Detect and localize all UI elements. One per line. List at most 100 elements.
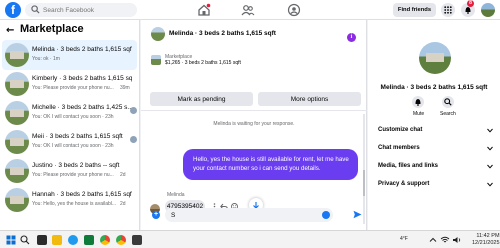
privacy-support-row[interactable]: Privacy & support: [378, 181, 493, 191]
chat-name: Melinda · 3 beds 2 baths 1,615 sqft: [32, 46, 132, 53]
mute-button[interactable]: [412, 96, 424, 108]
page-title: Marketplace: [20, 23, 84, 35]
listing-photo[interactable]: [419, 42, 451, 74]
search-icon[interactable]: [20, 235, 30, 245]
edge-browser-icon[interactable]: [68, 235, 78, 245]
notification-badge: 8: [467, 0, 474, 7]
chat-last-message: You: OK I will contact you soon · 23h: [32, 114, 114, 120]
listing-thumbnail: [151, 55, 161, 65]
row-label: Privacy & support: [378, 181, 430, 187]
outgoing-message[interactable]: Hello, yes the house is still available …: [183, 149, 358, 180]
chat-list-item[interactable]: Hannah · 3 beds 2 baths 1,615 sqft You: …: [2, 185, 137, 215]
emoji-icon[interactable]: [322, 211, 330, 219]
menu-button[interactable]: [441, 3, 455, 17]
chat-list-item[interactable]: Meii · 3 beds 2 baths 1,615 sqft You: OK…: [2, 127, 137, 157]
chevron-down-icon: [487, 128, 493, 133]
chat-time: 2d: [120, 172, 126, 178]
listing-thumbnail: [5, 72, 29, 96]
chat-last-message: You: Please provide your phone nu...: [32, 85, 114, 91]
chat-list-item[interactable]: Melinda · 3 beds 2 baths 1,615 sqft You:…: [2, 40, 137, 70]
listing-card[interactable]: Marketplace $1,265 · 3 beds 2 baths 1,61…: [149, 54, 361, 84]
search-conversation-button[interactable]: [442, 96, 454, 108]
marketplace-header: ← Marketplace: [0, 23, 140, 39]
info-icon[interactable]: i: [347, 33, 356, 42]
customize-chat-row[interactable]: Customize chat: [378, 127, 493, 137]
bell-icon: [415, 99, 421, 106]
bell-icon: [465, 7, 471, 14]
chat-last-message: You: ok · 1m: [32, 56, 60, 62]
wifi-icon[interactable]: [440, 235, 450, 245]
listing-thumbnail: [5, 101, 29, 125]
chat-last-message: You: OK I will contact you soon · 23h: [32, 143, 114, 149]
chat-list-item[interactable]: Michelle · 3 beds 2 baths 1,425 s... You…: [2, 98, 137, 128]
windows-taskbar: 4°F 11:42 PM 12/21/2025: [0, 230, 500, 248]
chat-name: Meii · 3 beds 2 baths 1,615 sqft: [32, 133, 123, 140]
conversation-title[interactable]: Melinda · 3 beds 2 baths 1,615 sqft: [169, 30, 276, 37]
row-label: Media, files and links: [378, 163, 439, 169]
speaker-icon[interactable]: [452, 235, 462, 245]
mute-label: Mute: [413, 111, 425, 117]
conversation-details-panel: Melinda · 3 beds 2 baths 1,615 sqft Mute…: [368, 20, 500, 230]
scrollbar-track[interactable]: [363, 114, 365, 224]
marketplace-chat-list: ← Marketplace Melinda · 3 beds 2 baths 1…: [0, 20, 140, 230]
sender-name: Melinda: [167, 192, 185, 198]
search-icon: [444, 98, 452, 106]
add-attachment-icon[interactable]: +: [152, 211, 160, 219]
app-icon[interactable]: [132, 235, 142, 245]
chrome-icon[interactable]: [116, 235, 126, 245]
conversation-panel: Melinda · 3 beds 2 baths 1,615 sqft i Ma…: [141, 20, 367, 230]
search-label: Search: [440, 111, 456, 117]
find-friends-button[interactable]: Find friends: [393, 3, 436, 17]
clock-date: 12/21/2025: [472, 240, 500, 246]
chevron-down-icon: [487, 164, 493, 169]
chat-last-message: You: Hello, yes the house is availabl...: [32, 201, 117, 207]
conversation-header: Melinda · 3 beds 2 baths 1,615 sqft i: [141, 20, 367, 48]
chat-list-item[interactable]: Kimberly · 3 beds 2 baths 1,615 sqft You…: [2, 69, 137, 99]
back-arrow-icon[interactable]: ←: [6, 25, 14, 36]
listing-price: $1,265 · 3 beds 2 baths 1,615 sqft: [165, 60, 241, 66]
listing-thumbnail: [5, 130, 29, 154]
chrome-icon[interactable]: [100, 235, 110, 245]
chevron-down-icon: [487, 182, 493, 187]
listing-thumbnail: [5, 43, 29, 67]
chat-time: 2d: [120, 201, 126, 207]
chevron-up-icon[interactable]: [428, 235, 438, 245]
weather-widget[interactable]: 4°F: [400, 236, 408, 242]
seen-avatar: [130, 107, 137, 114]
listing-thumbnail: [5, 188, 29, 212]
divider: [141, 110, 367, 111]
scrollbar-thumb[interactable]: [363, 170, 365, 196]
task-view-icon[interactable]: [37, 235, 47, 245]
seen-avatar: [130, 136, 137, 143]
more-options-button[interactable]: More options: [258, 92, 361, 106]
mark-as-pending-button[interactable]: Mark as pending: [150, 92, 253, 106]
chat-name: Michelle · 3 beds 2 baths 1,425 s...: [32, 104, 132, 111]
search-input[interactable]: [43, 3, 133, 17]
windows-start-icon[interactable]: [6, 235, 16, 245]
media-files-links-row[interactable]: Media, files and links: [378, 163, 493, 173]
app-icon[interactable]: [84, 235, 94, 245]
search-box[interactable]: [25, 3, 137, 17]
row-label: Chat members: [378, 145, 420, 151]
home-icon[interactable]: [197, 3, 211, 17]
clock-time: 11:42 PM: [476, 233, 500, 239]
chat-members-row[interactable]: Chat members: [378, 145, 493, 155]
message-composer[interactable]: [165, 208, 333, 222]
facebook-logo[interactable]: f: [5, 2, 21, 18]
listing-thumbnail: [5, 159, 29, 183]
chat-last-message: You: Please provide your phone nu...: [32, 172, 114, 178]
profile-avatar[interactable]: [481, 3, 495, 17]
chat-time: 39m: [120, 85, 130, 91]
row-label: Customize chat: [378, 127, 423, 133]
send-icon[interactable]: [353, 210, 362, 219]
groups-icon[interactable]: [287, 3, 301, 17]
chat-name: Justino · 3 beds 2 baths -- sqft: [32, 162, 120, 169]
chat-name: Kimberly · 3 beds 2 baths 1,615 sqft: [32, 75, 132, 82]
file-explorer-icon[interactable]: [52, 235, 62, 245]
menu-grid-icon: [444, 6, 452, 14]
friends-icon[interactable]: [241, 3, 255, 17]
system-clock[interactable]: 11:42 PM 12/21/2025: [472, 233, 500, 247]
message-input[interactable]: [171, 208, 316, 222]
listing-thumbnail[interactable]: [151, 27, 165, 41]
chat-list-item[interactable]: Justino · 3 beds 2 baths -- sqft You: Pl…: [2, 156, 137, 186]
